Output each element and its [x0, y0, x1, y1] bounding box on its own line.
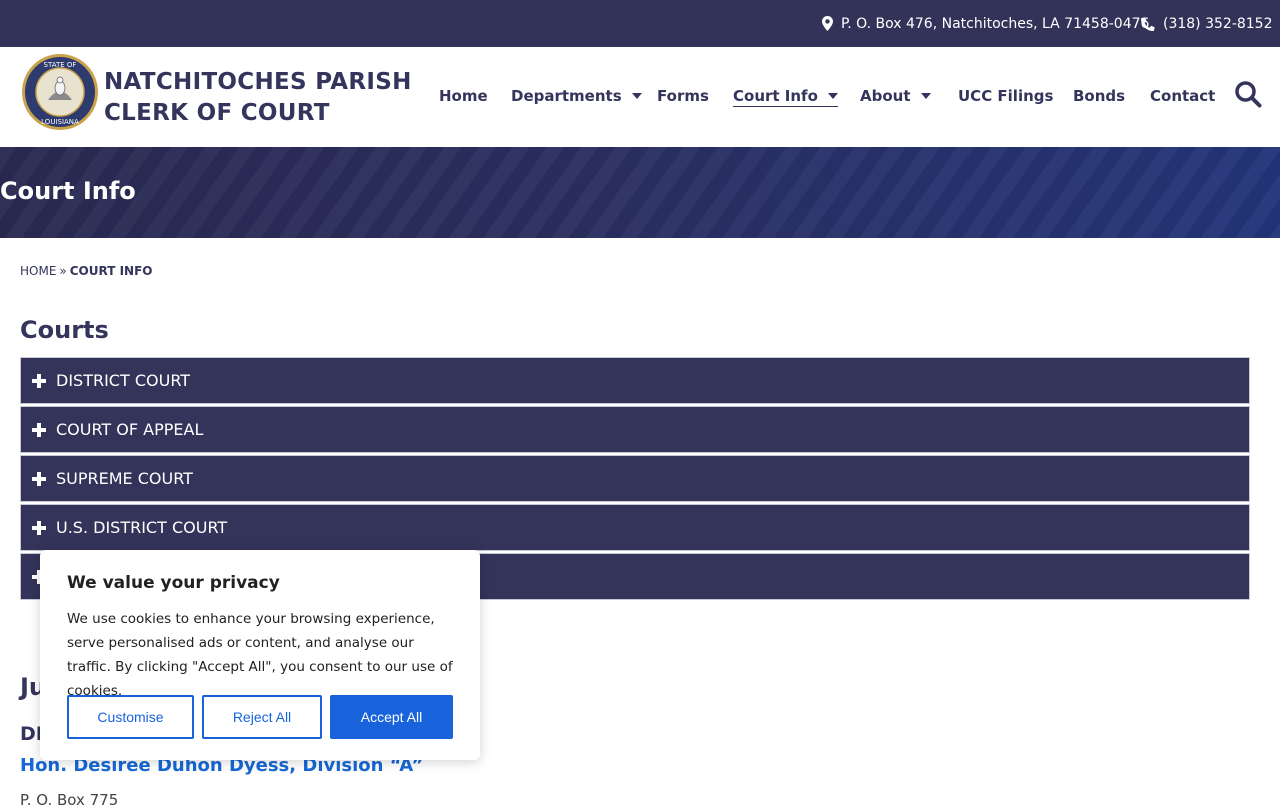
- phone-text: (318) 352-8152: [1163, 15, 1273, 32]
- nav-court-info[interactable]: Court Info: [733, 87, 838, 107]
- customise-button[interactable]: Customise: [67, 695, 194, 739]
- plus-icon: [32, 520, 46, 535]
- nav-forms-label: Forms: [657, 87, 709, 105]
- phone-contact[interactable]: (318) 352-8152: [1141, 0, 1273, 47]
- search-icon[interactable]: [1234, 80, 1262, 108]
- breadcrumb-separator: »: [59, 264, 67, 278]
- phone-icon: [1141, 16, 1155, 31]
- caret-down-icon: [920, 93, 931, 99]
- seal-bottom-text: LOUISIANA: [41, 118, 79, 126]
- courts-heading: Courts: [20, 316, 109, 344]
- nav-home-label: Home: [439, 87, 488, 105]
- plus-icon: [32, 422, 46, 437]
- accordion-us-district-court[interactable]: U.S. DISTRICT COURT: [20, 504, 1250, 551]
- caret-down-icon: [827, 93, 838, 99]
- site-title-line2: CLERK OF COURT: [104, 100, 330, 126]
- louisiana-seal-logo[interactable]: STATE OF LOUISIANA: [21, 53, 99, 131]
- nav-contact-label: Contact: [1150, 87, 1216, 105]
- nav-court-info-label: Court Info: [733, 87, 818, 105]
- judge-address: P. O. Box 775: [20, 791, 119, 809]
- accordion-label: COURT OF APPEAL: [56, 420, 204, 439]
- breadcrumb-home-link[interactable]: HOME: [20, 264, 56, 278]
- site-title-line1: NATCHITOCHES PARISH: [104, 69, 412, 95]
- top-contact-bar: P. O. Box 476, Natchitoches, LA 71458-04…: [0, 0, 1280, 47]
- accept-all-button[interactable]: Accept All: [330, 695, 453, 739]
- seal-top-text: STATE OF: [44, 61, 77, 69]
- accordion-supreme-court[interactable]: SUPREME COURT: [20, 455, 1250, 502]
- cookie-body: We use cookies to enhance your browsing …: [67, 611, 453, 699]
- plus-icon: [32, 373, 46, 388]
- address-text: P. O. Box 476, Natchitoches, LA 71458-04…: [841, 15, 1150, 32]
- nav-about-label: About: [860, 87, 911, 105]
- site-title[interactable]: NATCHITOCHES PARISH CLERK OF COURT: [104, 67, 412, 129]
- accordion-district-court[interactable]: DISTRICT COURT: [20, 357, 1250, 404]
- accordion-label: DISTRICT COURT: [56, 371, 191, 390]
- address-contact[interactable]: P. O. Box 476, Natchitoches, LA 71458-04…: [822, 0, 1149, 47]
- cookie-title: We value your privacy: [67, 573, 280, 593]
- breadcrumb-current: COURT INFO: [69, 264, 153, 278]
- page-banner: Court Info: [0, 147, 1280, 238]
- nav-ucc-filings[interactable]: UCC Filings: [958, 87, 1053, 105]
- nav-departments[interactable]: Departments: [511, 87, 642, 105]
- breadcrumb: HOME» COURT INFO: [20, 264, 152, 278]
- banner-pattern: [0, 147, 1280, 238]
- nav-bonds[interactable]: Bonds: [1073, 87, 1125, 105]
- accordion-label: SUPREME COURT: [56, 469, 193, 488]
- map-marker-icon: [822, 16, 833, 31]
- plus-icon: [32, 471, 46, 486]
- nav-contact[interactable]: Contact: [1150, 87, 1215, 105]
- reject-all-button[interactable]: Reject All: [202, 695, 322, 739]
- page-title: Court Info: [0, 177, 136, 205]
- nav-about[interactable]: About: [860, 87, 931, 105]
- accordion-label: U.S. DISTRICT COURT: [56, 518, 228, 537]
- accordion-court-of-appeal[interactable]: COURT OF APPEAL: [20, 406, 1250, 453]
- nav-ucc-filings-label: UCC Filings: [958, 87, 1054, 105]
- nav-home[interactable]: Home: [439, 87, 488, 105]
- nav-bonds-label: Bonds: [1073, 87, 1126, 105]
- caret-down-icon: [631, 93, 642, 99]
- nav-departments-label: Departments: [511, 87, 622, 105]
- nav-forms[interactable]: Forms: [657, 87, 709, 105]
- cookie-consent-dialog: We value your privacy We use cookies to …: [40, 550, 480, 760]
- site-header: STATE OF LOUISIANA NATCHITOCHES PARISH C…: [0, 47, 1280, 147]
